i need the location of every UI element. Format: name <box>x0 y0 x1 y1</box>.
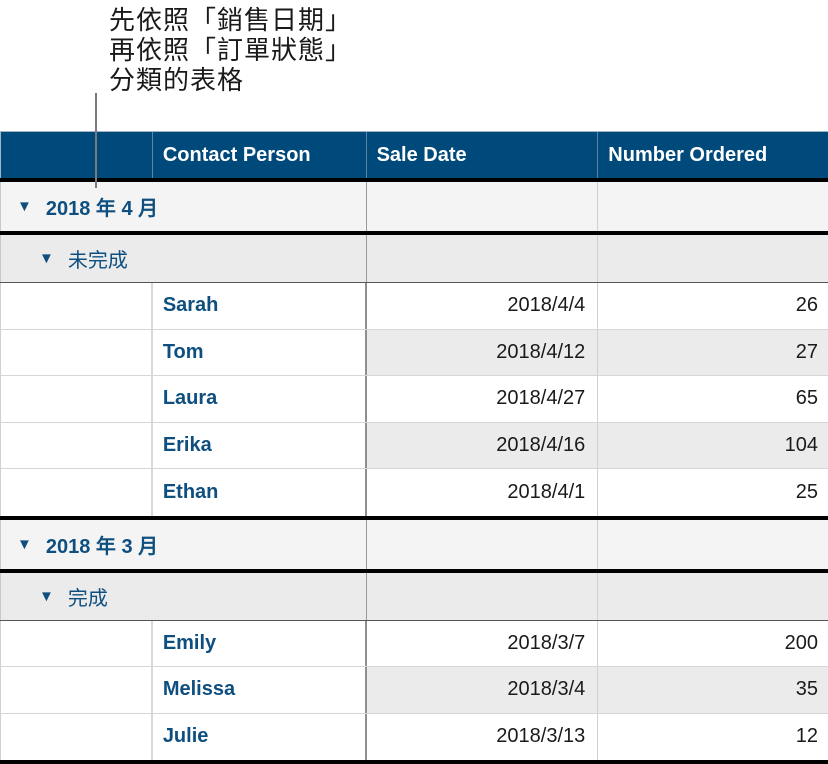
triangle-down-icon[interactable]: ▼ <box>17 198 32 215</box>
contact-cell[interactable]: Emily <box>152 620 367 666</box>
callout-leader-line <box>95 93 97 188</box>
sale-date-cell[interactable]: 2018/4/1 <box>367 469 599 516</box>
subgroup-label: 未完成 <box>67 248 128 272</box>
contact-cell[interactable]: Erika <box>152 422 367 468</box>
contact-cell[interactable]: Tom <box>152 329 367 375</box>
contact-cell[interactable]: Laura <box>152 376 367 422</box>
contact-cell[interactable]: Sarah <box>152 283 367 329</box>
empty-cell <box>367 182 599 231</box>
subgroup-label: 完成 <box>67 585 108 610</box>
number-ordered-cell[interactable]: 35 <box>598 667 828 713</box>
empty-cell <box>1 620 153 666</box>
group-label: 2018 年 3 月 <box>45 535 159 558</box>
table-row: Erika 2018/4/16 104 <box>0 422 828 469</box>
table-row: Emily 2018/3/7 200 <box>0 620 828 667</box>
table-row: Sarah 2018/4/4 26 <box>0 283 828 330</box>
empty-cell <box>598 182 828 231</box>
category-row-subgroup[interactable]: ▼ 完成 <box>0 572 828 620</box>
sale-date-cell[interactable]: 2018/3/13 <box>367 713 599 760</box>
empty-cell <box>1 422 153 468</box>
header-cell-number-ordered[interactable]: Number Ordered <box>598 132 828 178</box>
header-cell-category[interactable] <box>1 132 153 178</box>
triangle-down-icon[interactable]: ▼ <box>39 250 54 267</box>
empty-cell <box>367 572 599 620</box>
group-label-cell: ▼ 2018 年 3 月 <box>1 519 367 569</box>
triangle-down-icon[interactable]: ▼ <box>39 588 54 605</box>
empty-cell <box>1 469 153 516</box>
header-cell-contact-person[interactable]: Contact Person <box>153 132 367 178</box>
sale-date-cell[interactable]: 2018/3/4 <box>366 667 599 713</box>
number-ordered-cell[interactable]: 25 <box>598 469 828 516</box>
group-label-cell: ▼ 2018 年 4 月 <box>1 182 367 231</box>
empty-cell <box>598 573 828 620</box>
triangle-down-icon[interactable]: ▼ <box>17 536 32 553</box>
number-ordered-cell[interactable]: 12 <box>598 714 828 761</box>
empty-cell <box>598 520 828 569</box>
table-row: Melissa 2018/3/4 35 <box>0 667 828 714</box>
empty-cell <box>1 329 153 375</box>
empty-cell <box>1 376 153 422</box>
sale-date-cell[interactable]: 2018/4/12 <box>366 329 599 375</box>
category-row-group[interactable]: ▼ 2018 年 3 月 <box>0 519 828 569</box>
empty-cell <box>1 713 153 760</box>
number-ordered-cell[interactable]: 200 <box>598 621 828 667</box>
callout-line: 分類的表格 <box>109 66 245 96</box>
sales-table: Contact Person Sale Date Number Ordered … <box>0 131 828 764</box>
table-row: Tom 2018/4/12 27 <box>0 329 828 376</box>
subgroup-label-cell: ▼ 完成 <box>1 572 367 620</box>
number-ordered-cell[interactable]: 26 <box>598 283 828 329</box>
header-cell-sale-date[interactable]: Sale Date <box>367 132 599 178</box>
callout-line: 先依照「銷售日期」 <box>109 6 353 36</box>
category-row-subgroup[interactable]: ▼ 未完成 <box>0 235 828 282</box>
number-ordered-cell[interactable]: 65 <box>598 376 828 422</box>
contact-cell[interactable]: Julie <box>152 713 367 760</box>
number-ordered-cell[interactable]: 104 <box>598 422 828 468</box>
empty-cell <box>367 235 599 282</box>
sale-date-cell[interactable]: 2018/4/27 <box>367 376 599 422</box>
contact-cell[interactable]: Melissa <box>152 667 367 713</box>
sale-date-cell[interactable]: 2018/4/16 <box>366 422 599 468</box>
sale-date-cell[interactable]: 2018/4/4 <box>367 283 599 329</box>
table-row: Ethan 2018/4/1 25 <box>0 469 828 516</box>
contact-cell[interactable]: Ethan <box>152 469 367 516</box>
table-row: Laura 2018/4/27 65 <box>0 376 828 423</box>
empty-cell <box>367 519 599 569</box>
callout-annotation: 先依照「銷售日期」 再依照「訂單狀態」 分類的表格 <box>109 6 352 96</box>
empty-cell <box>1 667 153 713</box>
empty-cell <box>598 235 828 282</box>
empty-cell <box>1 283 153 329</box>
table-row: Julie 2018/3/13 12 <box>0 713 828 761</box>
sale-date-cell[interactable]: 2018/3/7 <box>367 620 599 666</box>
group-label: 2018 年 4 月 <box>45 198 159 220</box>
header-row: Contact Person Sale Date Number Ordered <box>0 131 828 178</box>
callout-line: 再依照「訂單狀態」 <box>109 36 353 66</box>
category-row-group[interactable]: ▼ 2018 年 4 月 <box>0 182 828 231</box>
subgroup-label-cell: ▼ 未完成 <box>1 235 367 282</box>
number-ordered-cell[interactable]: 27 <box>598 329 828 375</box>
